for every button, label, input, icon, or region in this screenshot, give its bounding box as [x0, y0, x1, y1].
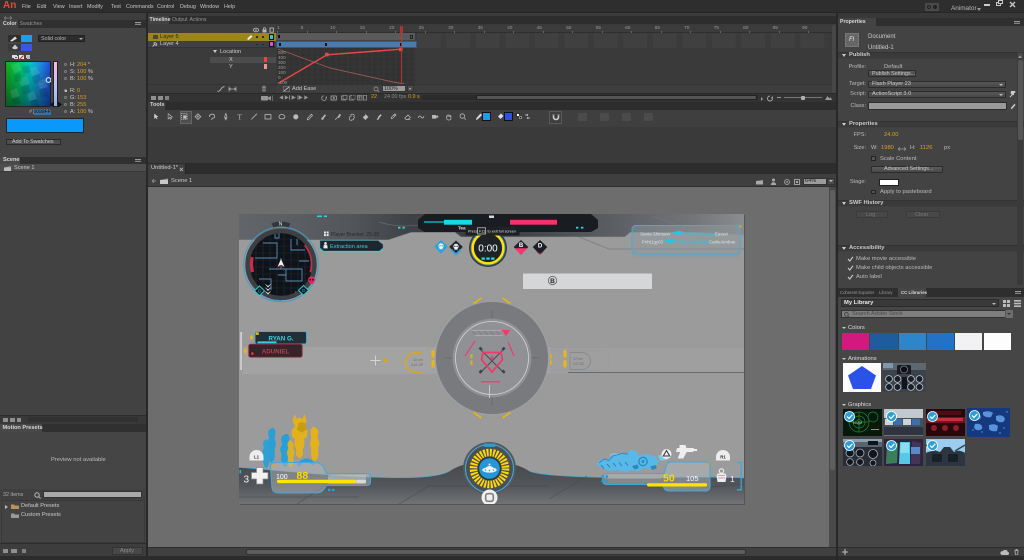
svg-text:Press: Press	[468, 230, 478, 234]
svg-text:105: 105	[686, 474, 699, 483]
svg-text:0:00: 0:00	[478, 244, 498, 255]
svg-text:G: G	[258, 289, 261, 294]
svg-text:3: 3	[244, 475, 250, 486]
svg-text:Extraction area: Extraction area	[330, 244, 369, 250]
svg-text:CO-55: CO-55	[573, 362, 584, 366]
svg-text:ADUNIEL: ADUNIEL	[262, 349, 290, 356]
svg-text:to exit full screen: to exit full screen	[488, 230, 517, 234]
svg-text:A12-3P: A12-3P	[411, 363, 424, 367]
svg-text:50: 50	[663, 473, 675, 485]
svg-text:B: B	[519, 243, 524, 249]
svg-text:T: T	[237, 113, 242, 121]
svg-text:R1: R1	[720, 455, 726, 460]
svg-text:B: B	[550, 278, 555, 285]
svg-text:Prtht1gy03: Prtht1gy03	[642, 240, 664, 245]
svg-text:G: G	[302, 288, 305, 293]
svg-text:10 km: 10 km	[413, 358, 423, 362]
svg-text:Eaveci: Eaveci	[715, 232, 728, 237]
svg-text:Santa Shimson: Santa Shimson	[640, 232, 670, 237]
svg-text:L1: L1	[254, 455, 260, 460]
svg-text:[Blunt Grenade]: [Blunt Grenade]	[685, 232, 716, 237]
svg-text:1: 1	[730, 474, 735, 484]
svg-text:Player Bracket: 25-30: Player Bracket: 25-30	[331, 232, 379, 238]
svg-text:N: N	[279, 222, 283, 228]
svg-text:CarlieAimbrai: CarlieAimbrai	[709, 240, 735, 245]
svg-text:D: D	[538, 244, 543, 250]
svg-text:F11: F11	[479, 230, 485, 234]
svg-text:12 km: 12 km	[573, 357, 583, 361]
svg-text:[EVO-SmartKlas]: [EVO-SmartKlas]	[677, 240, 710, 245]
